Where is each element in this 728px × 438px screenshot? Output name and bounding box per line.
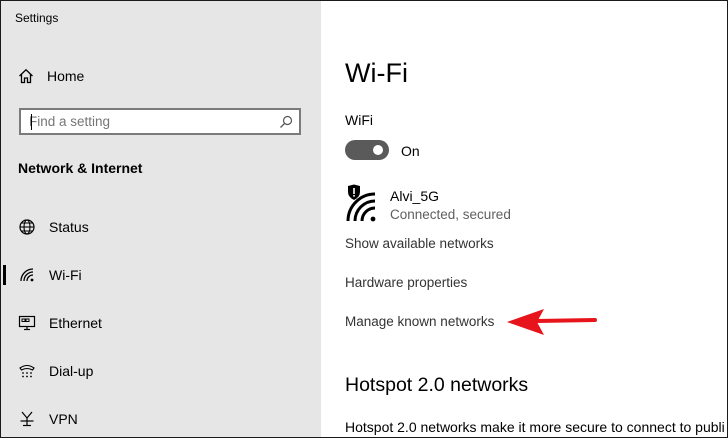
hotspot-description: Hotspot 2.0 networks make it more secure… [345,419,725,435]
sidebar-item-ethernet[interactable]: Ethernet [1,305,321,341]
home-label: Home [47,68,85,84]
text-caret [31,114,32,130]
toggle-state-text: On [401,143,420,159]
ethernet-icon [18,314,36,332]
show-available-networks-link[interactable]: Show available networks [345,236,494,251]
sidebar: Settings Home Network & Internet [1,1,321,437]
search-icon[interactable] [279,115,293,129]
connected-network[interactable]: Alvi_5G Connected, secured [345,184,545,226]
sidebar-item-label: VPN [49,411,78,427]
wifi-toggle[interactable] [345,140,389,160]
network-name: Alvi_5G [390,188,440,204]
settings-window: Settings Home Network & Internet [0,0,728,438]
wifi-icon [18,266,36,284]
sidebar-item-dialup[interactable]: Dial-up [1,353,321,389]
main-content: Wi-Fi WiFi On Alvi_5G Connected, secured [321,1,727,437]
globe-icon [18,218,36,236]
dialup-icon [18,362,36,380]
sidebar-item-label: Dial-up [49,363,94,379]
hotspot-section-title: Hotspot 2.0 networks [345,374,529,396]
hardware-properties-link[interactable]: Hardware properties [345,275,467,290]
sidebar-item-label: Wi-Fi [49,267,82,283]
wifi-toggle-label: WiFi [345,112,373,128]
home-button[interactable]: Home [18,65,84,87]
page-title: Wi-Fi [345,58,408,88]
sidebar-item-vpn[interactable]: VPN [1,401,321,437]
manage-known-networks-link[interactable]: Manage known networks [345,314,494,329]
secured-wifi-icon [345,184,379,222]
app-title: Settings [15,11,59,25]
search-input[interactable] [29,111,279,132]
section-title: Network & Internet [18,160,143,176]
home-icon [18,68,34,84]
sidebar-item-wifi[interactable]: Wi-Fi [1,257,321,293]
sidebar-item-status[interactable]: Status [1,209,321,245]
sidebar-item-label: Status [49,219,89,235]
annotation-arrow [506,307,598,337]
search-box[interactable] [19,108,301,135]
toggle-knob [373,145,383,155]
network-status: Connected, secured [390,207,511,222]
vpn-icon [18,410,36,428]
sidebar-item-label: Ethernet [49,315,102,331]
selection-indicator [3,265,6,285]
